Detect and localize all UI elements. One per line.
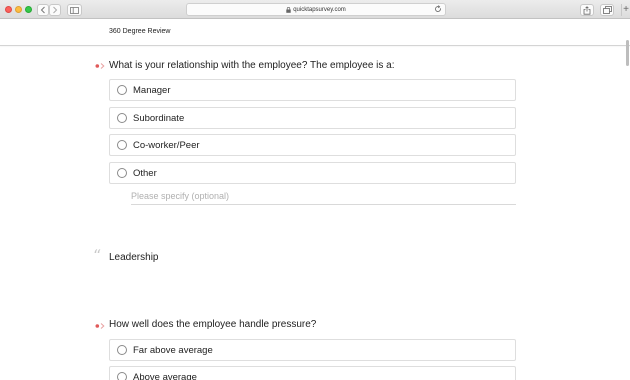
question-title: How well does the employee handle pressu… (109, 319, 317, 330)
option-manager[interactable]: Manager (109, 79, 516, 101)
sidebar-icon (70, 6, 79, 14)
browser-toolbar: quicktapsurvey.com + (0, 0, 630, 19)
option-label: Subordinate (133, 112, 185, 124)
new-tab-button[interactable]: + (621, 4, 630, 16)
forward-button[interactable] (49, 4, 61, 16)
address-bar[interactable]: quicktapsurvey.com (186, 3, 446, 16)
chevron-right-icon (53, 6, 58, 14)
url-text: quicktapsurvey.com (293, 6, 346, 13)
minimize-window-button[interactable] (15, 6, 22, 13)
reload-icon[interactable] (434, 5, 442, 13)
tabs-icon (602, 6, 612, 14)
tabs-overview-button[interactable] (600, 4, 614, 16)
radio-button[interactable] (117, 372, 127, 380)
option-other[interactable]: Other (109, 162, 516, 184)
option-label: Far above average (133, 344, 213, 356)
required-question-icon (95, 63, 105, 69)
lock-icon (286, 6, 291, 13)
zoom-window-button[interactable] (25, 6, 32, 13)
scrollbar-thumb[interactable] (626, 40, 629, 66)
option-label: Above average (133, 371, 197, 380)
question-title: What is your relationship with the emplo… (109, 60, 395, 71)
option-far-above-average[interactable]: Far above average (109, 339, 516, 361)
share-icon (583, 5, 591, 15)
option-label: Manager (133, 84, 171, 96)
option-above-average[interactable]: Above average (109, 366, 516, 380)
section-title: Leadership (109, 252, 159, 263)
radio-button[interactable] (117, 113, 127, 123)
sidebar-button[interactable] (67, 4, 82, 16)
option-label: Other (133, 167, 157, 179)
radio-button[interactable] (117, 85, 127, 95)
survey-title: 360 Degree Review (109, 28, 171, 35)
required-question-icon (95, 323, 105, 329)
close-window-button[interactable] (5, 6, 12, 13)
option-coworker-peer[interactable]: Co-worker/Peer (109, 134, 516, 156)
radio-button[interactable] (117, 168, 127, 178)
survey-header: 360 Degree Review (0, 20, 630, 46)
chevron-left-icon (40, 6, 45, 14)
other-specify-input[interactable] (131, 186, 516, 205)
option-label: Co-worker/Peer (133, 139, 200, 151)
radio-button[interactable] (117, 345, 127, 355)
back-button[interactable] (37, 4, 49, 16)
quote-icon: “ (93, 246, 102, 265)
option-subordinate[interactable]: Subordinate (109, 107, 516, 129)
share-button[interactable] (580, 4, 594, 16)
radio-button[interactable] (117, 140, 127, 150)
